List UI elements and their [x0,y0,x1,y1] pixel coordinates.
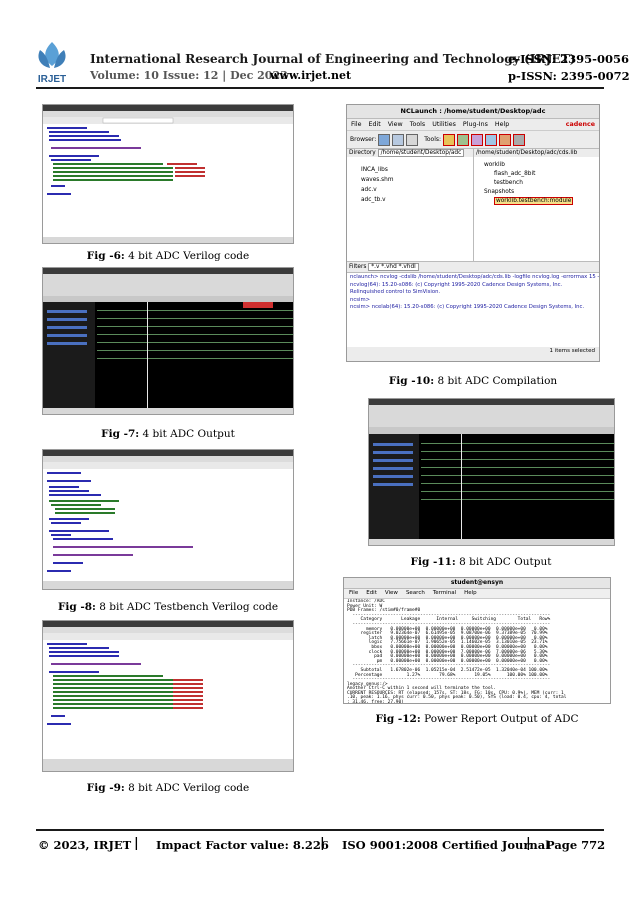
fig11-screenshot [368,398,615,546]
tree-item-snapshots[interactable]: Snapshots [484,188,599,197]
browser-label: Browser: [350,136,377,143]
tree-item-waves[interactable]: waves.shm [361,175,473,185]
fig12-caption: Fig -12: Power Report Output of ADC [375,713,579,725]
footer-page-number: Page 772 [546,838,606,852]
right-tree: worklib flash_adc_8bit testbench Snapsho… [474,157,599,206]
directory-label: Directory [349,150,376,156]
fig9-screenshot [42,620,294,772]
journal-title: International Research Journal of Engine… [90,52,576,66]
footer-separator: | [134,836,139,851]
fig8-screenshot [42,449,294,590]
fig8-caption: Fig -8: 8 bit ADC Testbench Verilog code [57,601,279,613]
filter-label: Filters [349,264,367,270]
menu-view[interactable]: View [385,589,398,598]
footer-rule [36,829,604,831]
journal-website: www.irjet.net [270,69,352,82]
toolbar-icon[interactable] [443,133,456,146]
terminal-menubar: File Edit View Search Terminal Help [344,589,610,599]
footer-iso: ISO 9001:2008 Certified Journal [342,838,550,852]
tree-item-adc-v[interactable]: adc.v [361,185,473,195]
fig7-caption: Fig -7: 4 bit ADC Output [101,428,235,440]
power-report-output: Instance: /ADC Power Unit: W PDB Frames: /… [344,599,610,704]
toolbar-icon[interactable] [392,133,405,146]
filter-input[interactable]: *.v *.vhd *.vhdl [368,263,419,271]
menu-help[interactable]: Help [495,119,509,130]
menu-edit[interactable]: Edit [369,119,381,130]
header-rule [36,87,604,89]
tree-item-inca-libs[interactable]: INCA_libs [361,165,473,175]
nclaunch-title: NCLaunch : /home/student/Desktop/adc [347,105,599,119]
menu-file[interactable]: File [351,119,362,130]
power-report-terminal: student@ensyn File Edit View Search Term… [343,577,611,704]
directory-field[interactable]: Directory /home/student/Desktop/adc [347,149,473,157]
menu-plugins[interactable]: Plug-Ins [463,119,488,130]
footer-separator: | [526,836,531,851]
toolbar-icon[interactable] [513,133,526,146]
toolbar-icon[interactable] [485,133,498,146]
menu-terminal[interactable]: Terminal [433,589,456,598]
irjet-logo: IRJET [30,40,74,86]
toolbar-icon[interactable] [378,133,391,146]
fig10-caption: Fig -10: 8 bit ADC Compilation [388,375,558,387]
menu-edit[interactable]: Edit [366,589,377,598]
toolbar-icon[interactable] [406,133,419,146]
terminal-title: student@ensyn [344,578,610,589]
nclaunch-menubar: File Edit View Tools Utilities Plug-Ins … [347,119,599,131]
console-output: nclaunch> ncvlog -cdslib /home/student/D… [347,272,599,347]
left-tree: INCA_libs waves.shm adc.v adc_tb.v [347,157,473,205]
menu-tools[interactable]: Tools [410,119,426,130]
tree-item-snapshot-selected[interactable]: worklib.testbench:module [494,197,574,205]
menu-help[interactable]: Help [464,589,477,598]
status-bar: 1 items selected [347,347,599,356]
filter-bar: Filters *.v *.vhd *.vhdl [347,261,599,272]
cadence-logo: cadence [565,121,595,128]
tree-item-testbench[interactable]: testbench [484,179,599,188]
e-issn: e-ISSN: 2395-0056 [508,52,629,66]
nclaunch-window: NCLaunch : /home/student/Desktop/adc Fil… [346,104,600,362]
svg-text:IRJET: IRJET [38,74,66,85]
footer-copyright: © 2023, IRJET [38,838,132,852]
menu-utilities[interactable]: Utilities [432,119,456,130]
tools-label: Tools: [424,136,442,143]
fig11-caption: Fig -11: 8 bit ADC Output [410,556,552,568]
menu-file[interactable]: File [349,589,358,598]
library-path: /home/student/Desktop/adc/cds.lib [474,149,599,157]
nclaunch-panes: Directory /home/student/Desktop/adc INCA… [347,148,599,261]
fig6-screenshot [42,104,294,244]
footer-impact-factor: Impact Factor value: 8.226 [156,838,329,852]
p-issn: p-ISSN: 2395-0072 [508,69,630,83]
tree-item-flash-adc[interactable]: flash_adc_8bit [484,170,599,179]
volume-issue: Volume: 10 Issue: 12 | Dec 2023 [90,69,288,82]
menu-view[interactable]: View [388,119,403,130]
tree-item-worklib[interactable]: worklib [484,161,599,170]
tree-item-adc-tb[interactable]: adc_tb.v [361,195,473,205]
footer-separator: | [320,836,325,851]
toolbar-icon[interactable] [499,133,512,146]
toolbar-icon[interactable] [471,133,484,146]
report-line: : 31.46, free: 27.90) [347,700,404,704]
right-pane: /home/student/Desktop/adc/cds.lib workli… [474,149,599,261]
toolbar-icon[interactable] [457,133,470,146]
menu-search[interactable]: Search [406,589,425,598]
nclaunch-toolbar: Browser: Tools: [347,131,599,148]
left-pane: Directory /home/student/Desktop/adc INCA… [347,149,474,261]
fig6-caption: Fig -6: 4 bit ADC Verilog code [86,250,250,262]
fig9-caption: Fig -9: 8 bit ADC Verilog code [86,782,250,794]
fig7-screenshot [42,267,294,415]
